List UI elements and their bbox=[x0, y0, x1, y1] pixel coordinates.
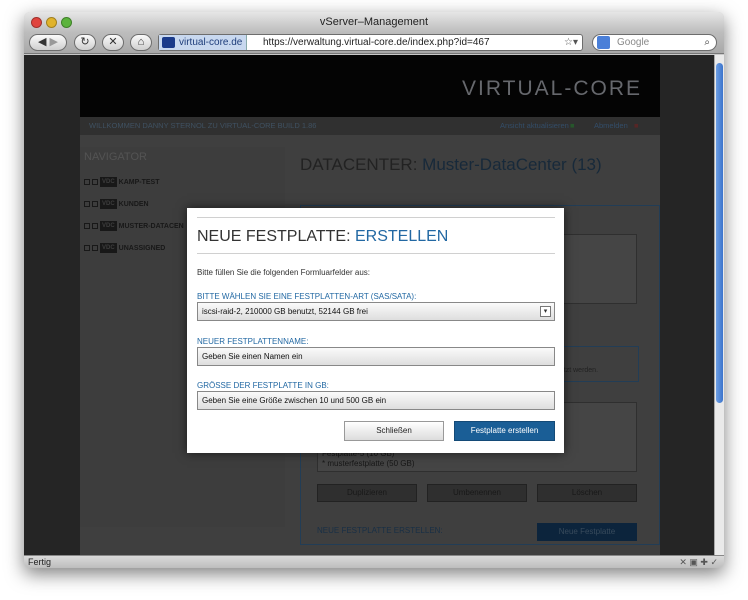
dialog-title: NEUE FESTPLATTE: ERSTELLEN bbox=[197, 228, 448, 246]
disk-size-input[interactable]: Geben Sie eine Größe zwischen 10 und 500… bbox=[197, 391, 555, 410]
disk-name-input[interactable]: Geben Sie einen Namen ein bbox=[197, 347, 555, 366]
dialog-title-prefix: NEUE FESTPLATTE: bbox=[197, 228, 351, 245]
window-title: vServer–Management bbox=[319, 16, 429, 28]
disk-name-label: NEUER FESTPLATTENNAME: bbox=[197, 337, 309, 346]
dialog-intro-text: Bitte füllen Sie die folgenden Formluarf… bbox=[197, 268, 370, 277]
status-text: Fertig bbox=[28, 557, 52, 567]
url-text[interactable]: https://verwaltung.virtual-core.de/index… bbox=[263, 35, 490, 50]
stop-icon: ✕ bbox=[108, 36, 118, 48]
search-icon[interactable]: ⌕ bbox=[704, 35, 710, 50]
dropdown-arrow-icon: ▾ bbox=[540, 306, 551, 317]
back-forward-button[interactable]: ◀ ▶ bbox=[29, 34, 67, 51]
minimize-window-button[interactable] bbox=[46, 17, 57, 28]
disk-type-label: BITTE WÄHLEN SIE EINE FESTPLATTEN-ART (S… bbox=[197, 292, 417, 301]
status-bar: Fertig ✕ ▣ ✚ ✓ bbox=[24, 555, 724, 568]
bookmark-star-icon[interactable]: ☆▾ bbox=[564, 35, 578, 50]
reload-icon: ↻ bbox=[80, 36, 90, 48]
title-bar: vServer–Management bbox=[24, 12, 724, 32]
disk-type-value: iscsi-raid-2, 210000 GB benutzt, 52144 G… bbox=[202, 307, 368, 316]
dialog-title-action: ERSTELLEN bbox=[354, 228, 449, 245]
new-disk-dialog: NEUE FESTPLATTE: ERSTELLEN Bitte füllen … bbox=[187, 208, 564, 453]
stop-button[interactable]: ✕ bbox=[102, 34, 124, 51]
search-bar[interactable]: Google ⌕ bbox=[592, 34, 717, 51]
zoom-window-button[interactable] bbox=[61, 17, 72, 28]
vertical-scrollbar[interactable] bbox=[714, 55, 724, 555]
disk-size-label: GRÖSSE DER FESTPLATTE IN GB: bbox=[197, 381, 329, 390]
address-bar[interactable]: virtual-core.de https://verwaltung.virtu… bbox=[158, 34, 583, 51]
browser-window: vServer–Management ◀ ▶ ↻ ✕ ⌂ virtual-cor… bbox=[24, 12, 724, 568]
close-button[interactable]: Schließen bbox=[344, 421, 444, 441]
home-icon: ⌂ bbox=[137, 36, 145, 48]
site-identity-label: virtual-core.de bbox=[179, 37, 243, 48]
site-identity-badge[interactable]: virtual-core.de bbox=[159, 35, 248, 50]
back-icon: ◀ bbox=[38, 36, 47, 48]
site-favicon-icon bbox=[162, 37, 175, 48]
status-icons: ✕ ▣ ✚ ✓ bbox=[679, 557, 718, 567]
scrollbar-thumb[interactable] bbox=[716, 63, 723, 403]
divider bbox=[197, 217, 555, 218]
reload-button[interactable]: ↻ bbox=[74, 34, 96, 51]
page-viewport: VIRTUAL-CORE WILLKOMMEN DANNY STERNOL ZU… bbox=[24, 55, 714, 555]
google-icon bbox=[597, 36, 610, 49]
disk-type-select[interactable]: iscsi-raid-2, 210000 GB benutzt, 52144 G… bbox=[197, 302, 555, 321]
forward-icon: ▶ bbox=[49, 36, 58, 48]
create-disk-button[interactable]: Festplatte erstellen bbox=[454, 421, 555, 441]
browser-toolbar: ◀ ▶ ↻ ✕ ⌂ virtual-core.de https://verwal… bbox=[24, 32, 724, 54]
search-input[interactable]: Google bbox=[617, 35, 649, 50]
close-window-button[interactable] bbox=[31, 17, 42, 28]
home-button[interactable]: ⌂ bbox=[130, 34, 152, 51]
divider bbox=[197, 253, 555, 254]
